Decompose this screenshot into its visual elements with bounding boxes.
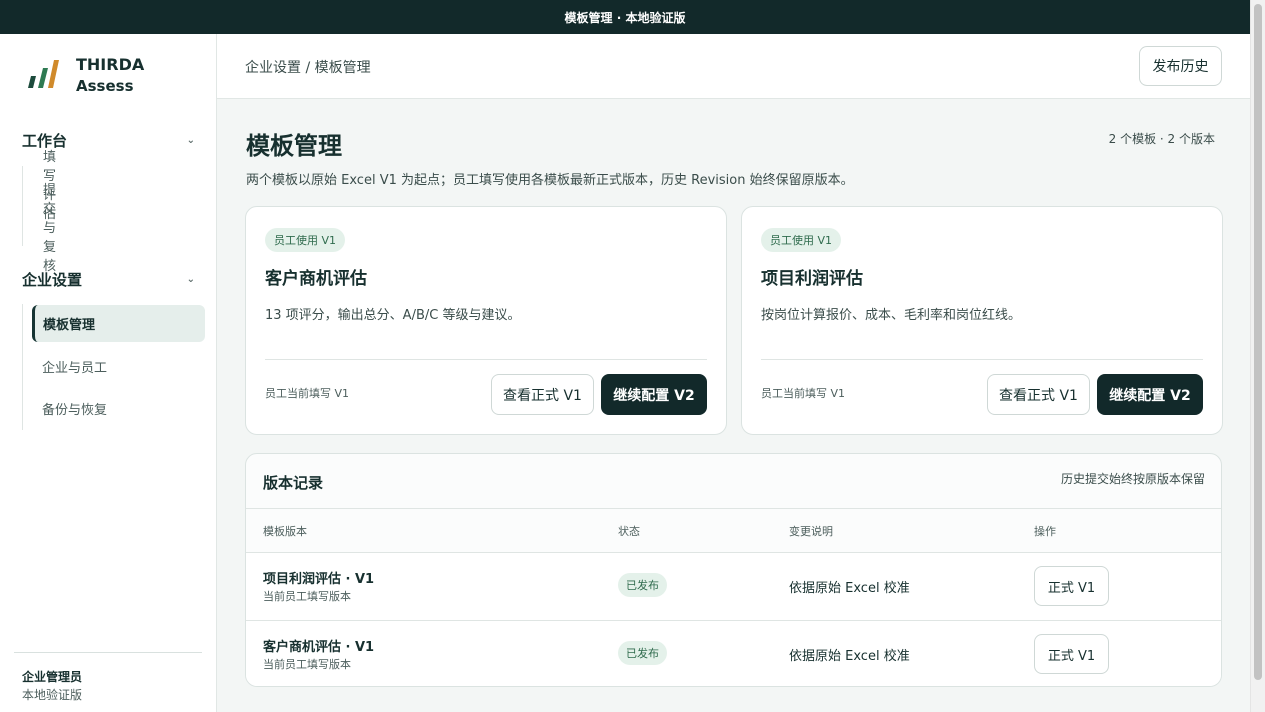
- template-current-version: 员工当前填写 V1: [761, 387, 846, 400]
- template-version-count: 2 个模板 · 2 个版本: [1108, 132, 1215, 146]
- table-note: 历史提交始终按原版本保留: [1060, 472, 1205, 486]
- row-template-name: 客户商机评估 · V1: [263, 640, 375, 655]
- status-badge: 员工使用 V1: [265, 228, 346, 252]
- official-version-button[interactable]: 正式 V1: [1034, 634, 1109, 674]
- sidebar-section-enterprise-settings[interactable]: 企业设置 ⌄: [22, 267, 197, 291]
- template-title: 客户商机评估: [265, 269, 367, 289]
- column-header-actions: 操作: [1034, 525, 1056, 538]
- template-description: 13 项评分，输出总分、A/B/C 等级与建议。: [265, 308, 521, 323]
- sidebar-item-label: 模板管理: [43, 318, 96, 333]
- table-divider: [246, 508, 1221, 509]
- row-template-sub: 当前员工填写版本: [263, 658, 351, 671]
- template-title: 项目利润评估: [761, 269, 863, 289]
- continue-config-button[interactable]: 继续配置 V2: [601, 374, 707, 415]
- scrollbar-thumb[interactable]: [1254, 4, 1262, 680]
- chevron-down-icon: ⌄: [186, 273, 195, 285]
- page-description: 两个模板以原始 Excel V1 为起点；员工填写使用各模板最新正式版本，历史 …: [246, 173, 854, 188]
- sidebar-item-label: 企业与员工: [42, 360, 108, 376]
- column-header-change-note: 变更说明: [789, 525, 833, 538]
- publish-history-button[interactable]: 发布历史: [1139, 46, 1222, 86]
- sidebar: THIRDA Assess 工作台 ⌄ 填写评估 提交与复核 企业设置 ⌄ 模板…: [0, 34, 217, 712]
- chevron-down-icon: ⌄: [186, 134, 195, 146]
- view-official-button[interactable]: 查看正式 V1: [987, 374, 1090, 415]
- card-divider: [761, 359, 1203, 360]
- sidebar-item-backup-restore[interactable]: 备份与恢复: [42, 398, 107, 418]
- sidebar-group-workbench: 填写评估 提交与复核: [22, 150, 56, 274]
- column-header-template-version: 模板版本: [263, 525, 307, 538]
- sidebar-section-label: 企业设置: [22, 270, 83, 289]
- brand-name: THIRDA: [76, 55, 145, 74]
- row-template-sub: 当前员工填写版本: [263, 590, 351, 603]
- row-template-name: 项目利润评估 · V1: [263, 572, 375, 587]
- page-header: 企业设置 / 模板管理 发布历史: [217, 34, 1250, 99]
- sidebar-item-enterprise-staff[interactable]: 企业与员工: [42, 356, 107, 376]
- page-scrollbar[interactable]: [1250, 0, 1265, 712]
- sidebar-item-label: 备份与恢复: [42, 402, 108, 418]
- status-badge: 已发布: [618, 641, 667, 665]
- status-badge: 已发布: [618, 573, 667, 597]
- template-current-version: 员工当前填写 V1: [265, 387, 350, 400]
- template-card-customer-opportunity: 员工使用 V1 客户商机评估 13 项评分，输出总分、A/B/C 等级与建议。 …: [245, 206, 727, 435]
- sidebar-group-enterprise-settings: [22, 304, 23, 430]
- version-history-table: 版本记录 历史提交始终按原版本保留 模板版本 状态 变更说明 操作 项目利润评估…: [245, 453, 1222, 687]
- continue-config-button[interactable]: 继续配置 V2: [1097, 374, 1203, 415]
- row-change-note: 依据原始 Excel 校准: [789, 581, 910, 596]
- user-environment: 本地验证版: [22, 688, 83, 702]
- template-description: 按岗位计算报价、成本、毛利率和岗位红线。: [761, 308, 1022, 323]
- breadcrumb: 企业设置 / 模板管理: [245, 60, 371, 76]
- sidebar-divider: [14, 652, 202, 653]
- template-card-project-profit: 员工使用 V1 项目利润评估 按岗位计算报价、成本、毛利率和岗位红线。 员工当前…: [741, 206, 1223, 435]
- official-version-button[interactable]: 正式 V1: [1034, 566, 1109, 606]
- table-title: 版本记录: [263, 474, 324, 492]
- page-title: 模板管理: [246, 132, 342, 160]
- window-title-bar: 模板管理 · 本地验证版: [0, 0, 1250, 34]
- brand-logo-icon: [28, 60, 59, 88]
- sidebar-item-submit-review[interactable]: 提交与复核: [43, 183, 56, 274]
- user-role: 企业管理员: [22, 670, 83, 684]
- status-badge: 员工使用 V1: [761, 228, 842, 252]
- sidebar-item-template-management[interactable]: 模板管理: [32, 305, 205, 342]
- window-title: 模板管理 · 本地验证版: [564, 10, 686, 25]
- table-row: 项目利润评估 · V1 当前员工填写版本 已发布 依据原始 Excel 校准 正…: [246, 553, 1221, 620]
- card-divider: [265, 359, 707, 360]
- column-header-status: 状态: [618, 525, 640, 538]
- table-row: 客户商机评估 · V1 当前员工填写版本 已发布 依据原始 Excel 校准 正…: [246, 621, 1221, 686]
- view-official-button[interactable]: 查看正式 V1: [491, 374, 594, 415]
- row-change-note: 依据原始 Excel 校准: [789, 649, 910, 664]
- brand-subname: Assess: [76, 77, 134, 95]
- sidebar-item-label: 提交与复核: [43, 182, 57, 274]
